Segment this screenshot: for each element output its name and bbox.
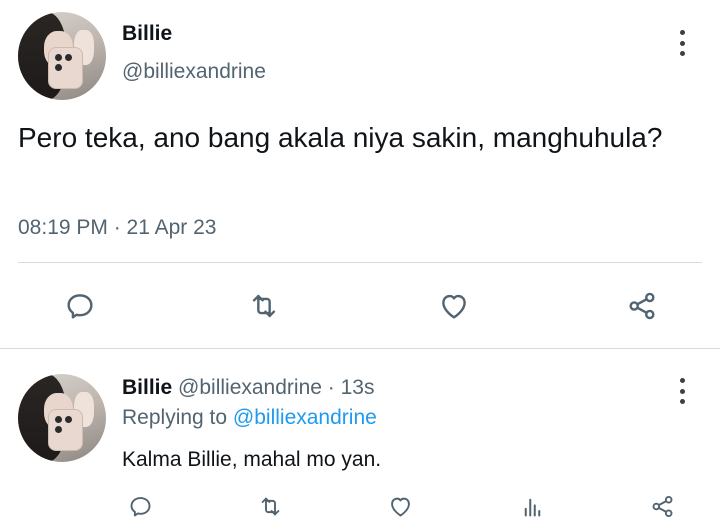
like-button[interactable]: [434, 286, 474, 326]
reply-tweet-text: Kalma Billie, mahal mo yan.: [122, 448, 382, 471]
main-tweet-avatar[interactable]: [18, 12, 106, 100]
avatar-phone: [47, 409, 84, 452]
reply-tweet-header: Billie @billiexandrine · 13s: [122, 376, 374, 400]
share-icon: [629, 292, 655, 320]
views-button[interactable]: [516, 490, 548, 522]
retweet-button[interactable]: [244, 286, 284, 326]
reply-tweet-time[interactable]: 13s: [341, 376, 375, 399]
reply-icon: [67, 294, 93, 319]
retweet-icon: [261, 497, 279, 515]
main-tweet-timestamp[interactable]: 08:19 PM · 21 Apr 23: [18, 216, 216, 240]
heart-icon: [442, 294, 466, 319]
share-button[interactable]: [622, 286, 662, 326]
meta-separator: ·: [327, 376, 335, 399]
section-divider: [0, 348, 720, 349]
divider: [18, 262, 702, 263]
retweet-button[interactable]: [254, 490, 286, 522]
reply-tweet-author-name[interactable]: Billie: [122, 376, 172, 399]
reply-tweet-avatar[interactable]: [18, 374, 106, 462]
replying-to-prefix: Replying to: [122, 406, 228, 429]
replying-to-handle-link[interactable]: @billiexandrine: [233, 406, 377, 429]
share-icon: [652, 495, 672, 517]
reply-button[interactable]: [60, 286, 100, 326]
reply-tweet-author-handle[interactable]: @billiexandrine: [178, 376, 322, 399]
avatar-phone: [47, 47, 84, 90]
main-tweet-text: Pero teka, ano bang akala niya sakin, ma…: [18, 122, 663, 153]
replying-to-line: Replying to @billiexandrine: [122, 406, 377, 430]
reply-button[interactable]: [124, 490, 156, 522]
retweet-icon: [252, 294, 276, 318]
main-tweet-author-handle[interactable]: @billiexandrine: [122, 60, 266, 84]
more-vertical-icon[interactable]: [677, 378, 687, 404]
more-vertical-icon[interactable]: [677, 30, 687, 56]
like-button[interactable]: [384, 490, 416, 522]
main-tweet-author-name[interactable]: Billie: [122, 22, 172, 46]
views-icon: [524, 498, 540, 517]
reply-icon: [130, 496, 150, 516]
heart-icon: [390, 497, 410, 516]
share-button[interactable]: [646, 490, 678, 522]
